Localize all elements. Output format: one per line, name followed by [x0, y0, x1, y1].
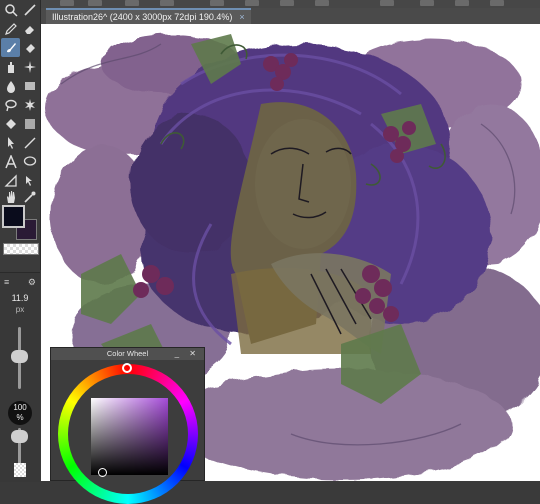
eraser-tool-icon[interactable]: [20, 19, 39, 38]
document-tab[interactable]: Illustration26^ (2400 x 3000px 72dpi 190…: [46, 8, 251, 24]
color-wheel-panel: Color Wheel _ ✕: [50, 347, 205, 504]
toolbar-button[interactable]: [60, 0, 74, 6]
line-tool-icon[interactable]: [20, 133, 39, 152]
opacity-readout[interactable]: 100 %: [8, 401, 32, 425]
brush-size-slider-handle[interactable]: [11, 350, 28, 363]
settings-icon[interactable]: ⚙: [28, 277, 36, 288]
brush-tool-icon[interactable]: [1, 38, 20, 57]
toolbar-button[interactable]: [380, 0, 394, 6]
menu-icon[interactable]: ≡: [4, 277, 9, 287]
blend-tool-icon[interactable]: [1, 76, 20, 95]
toolbar-button[interactable]: [455, 0, 469, 6]
eyedropper-tool-icon[interactable]: [20, 187, 39, 206]
document-tab-title: Illustration26^ (2400 x 3000px 72dpi 190…: [52, 12, 233, 22]
brush-size-unit: px: [15, 305, 25, 314]
text-tool-icon[interactable]: [1, 152, 20, 171]
saturation-value-square[interactable]: [91, 398, 168, 475]
document-tab-bar: Illustration26^ (2400 x 3000px 72dpi 190…: [41, 8, 540, 24]
gradient-tool-icon[interactable]: [20, 76, 39, 95]
toolbar-button[interactable]: [420, 0, 434, 6]
pen-tool-icon[interactable]: [20, 0, 39, 19]
toolbar-button[interactable]: [490, 0, 504, 6]
opacity-value: 100: [13, 403, 27, 412]
top-toolbar: [0, 0, 540, 8]
object-tool-icon[interactable]: [1, 133, 20, 152]
color-wheel-titlebar[interactable]: Color Wheel _ ✕: [51, 348, 204, 360]
airbrush-tool-icon[interactable]: [1, 57, 20, 76]
brush-size-value: 11.9: [11, 293, 29, 303]
close-tab-icon[interactable]: ×: [239, 9, 244, 25]
toolbar-button[interactable]: [125, 0, 139, 6]
balloon-tool-icon[interactable]: [20, 152, 39, 171]
auto-select-tool-icon[interactable]: [20, 95, 39, 114]
brush-size-readout[interactable]: 11.9 px: [6, 293, 34, 317]
sparkle-tool-icon[interactable]: [20, 57, 39, 76]
opacity-slider-handle[interactable]: [11, 430, 28, 443]
toolbar-button[interactable]: [88, 0, 102, 6]
toolbar-button[interactable]: [160, 0, 174, 6]
toolbar-button[interactable]: [280, 0, 294, 6]
toolbar-button[interactable]: [210, 0, 224, 6]
panel-window-controls[interactable]: _ ✕: [175, 348, 200, 360]
lasso-tool-icon[interactable]: [1, 95, 20, 114]
color-wheel-title: Color Wheel: [106, 349, 149, 358]
transparent-color-swatch[interactable]: [3, 243, 39, 255]
fill-tool-icon[interactable]: [20, 38, 39, 57]
opacity-unit: %: [16, 413, 24, 422]
fill-bucket-icon[interactable]: [1, 114, 20, 133]
toolbar-button[interactable]: [315, 0, 329, 6]
tool-palette: [0, 0, 41, 270]
main-color-swatch[interactable]: [2, 205, 25, 228]
zoom-tool-icon[interactable]: [1, 0, 20, 19]
hand-tool-icon[interactable]: [1, 187, 20, 206]
hue-selector-handle[interactable]: [122, 363, 132, 373]
opacity-checker-swatch: [14, 463, 26, 477]
brush-size-panel: ≡ ⚙ 11.9 px 100 %: [0, 272, 40, 482]
pencil-tool-icon[interactable]: [1, 19, 20, 38]
sv-selector-handle[interactable]: [98, 468, 107, 477]
gradient-fill-icon[interactable]: [20, 114, 39, 133]
toolbar-button[interactable]: [245, 0, 259, 6]
